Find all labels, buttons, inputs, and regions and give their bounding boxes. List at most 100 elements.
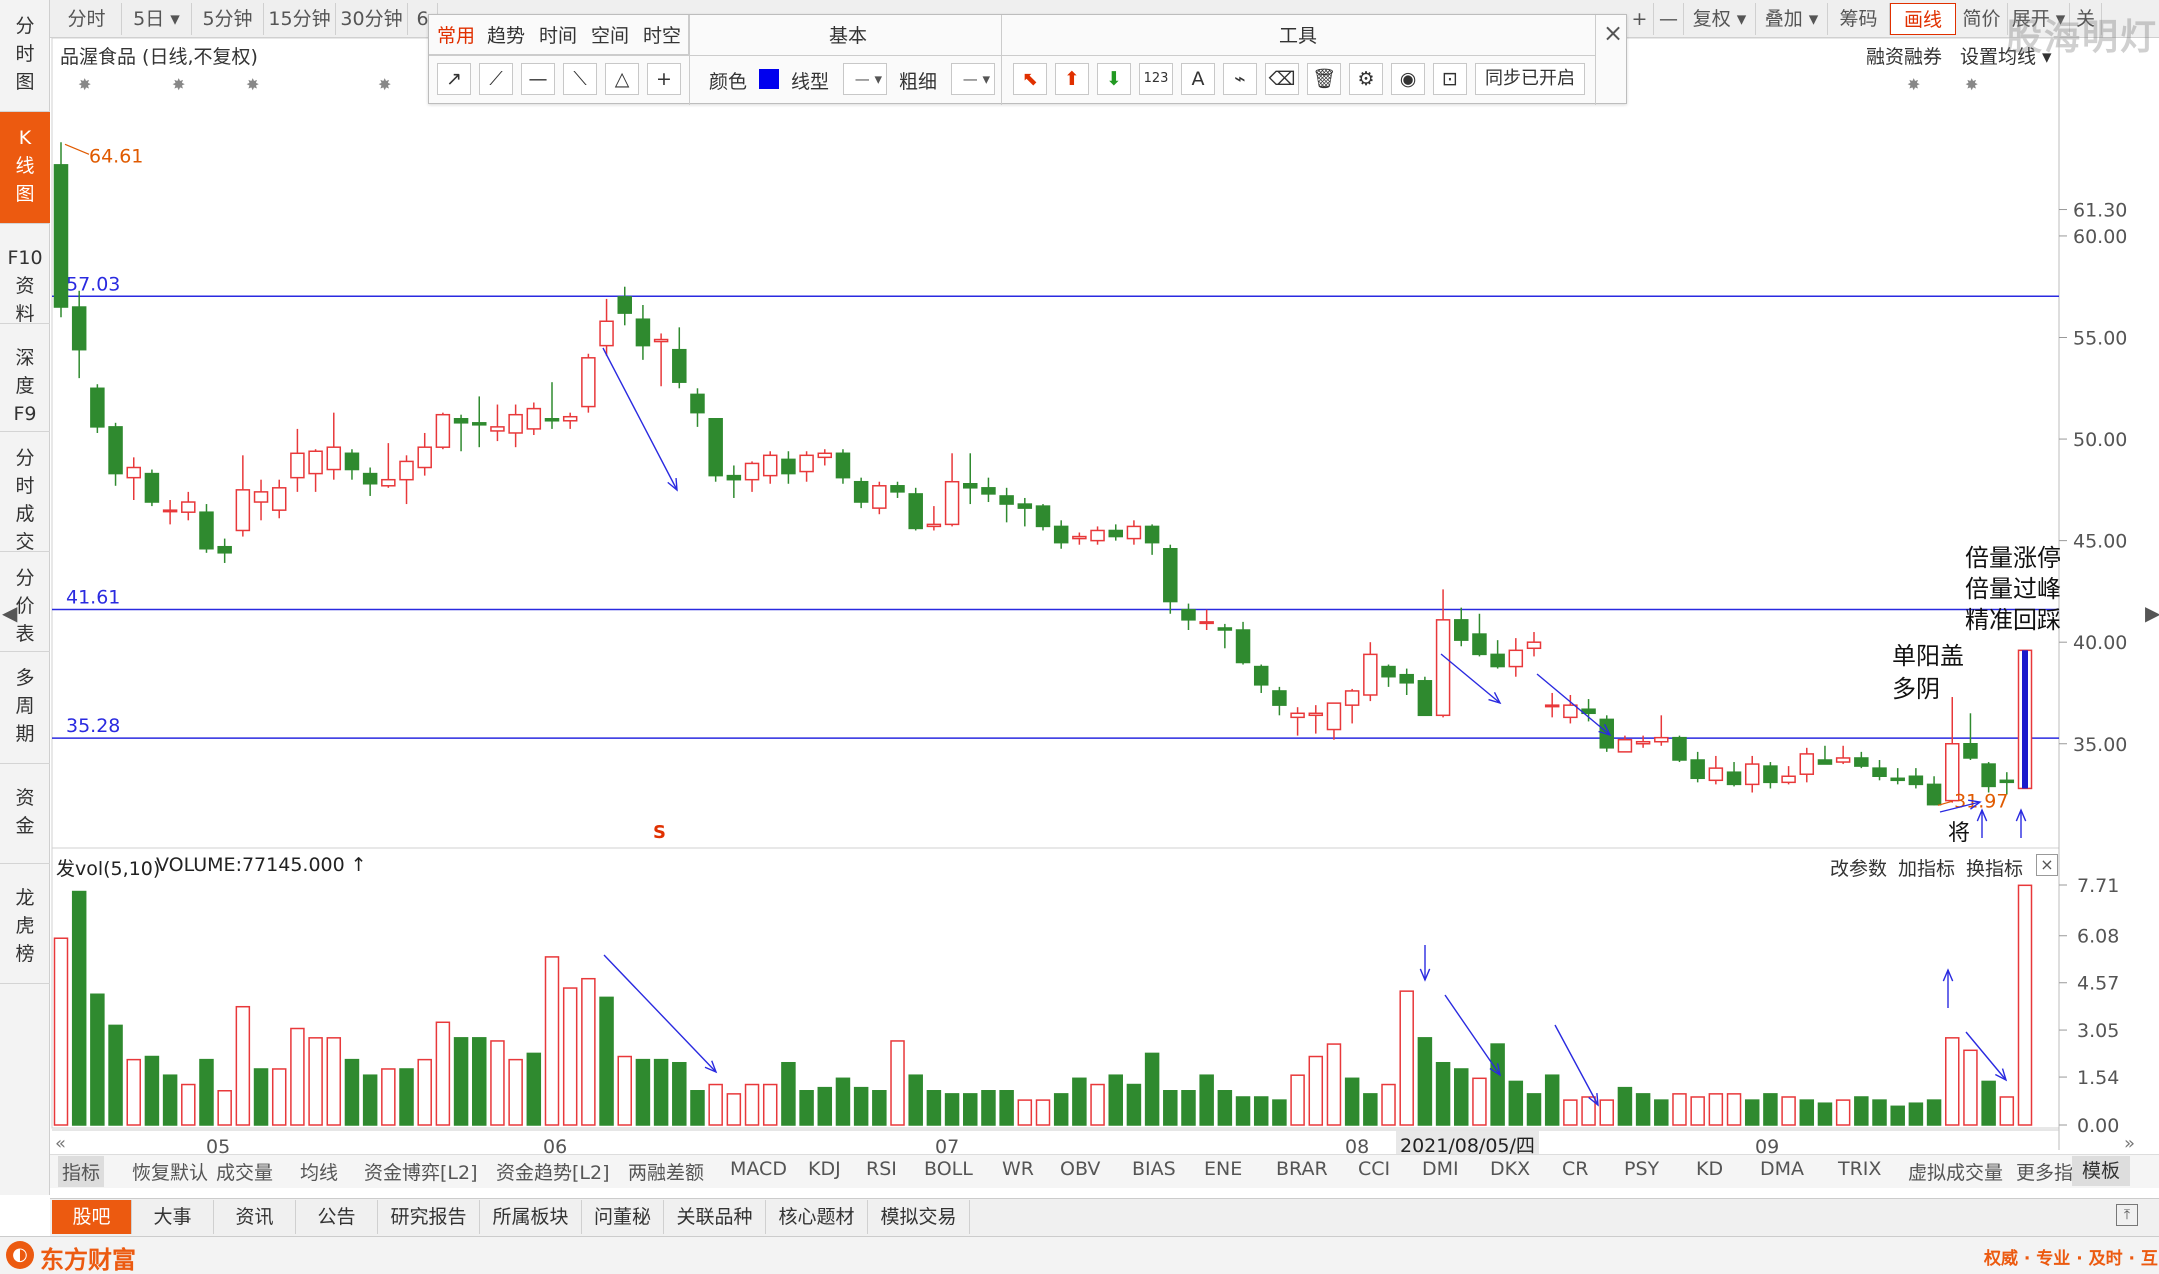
candle-body[interactable] (835, 452, 851, 479)
candle-body[interactable] (1763, 765, 1778, 784)
volume-bar[interactable] (362, 1074, 378, 1126)
candle-body[interactable] (162, 509, 178, 513)
candle-body[interactable] (1708, 767, 1724, 782)
candle-body[interactable] (963, 483, 978, 489)
volume-bar[interactable] (635, 1058, 651, 1126)
bottom-tab-8[interactable]: 核心题材 (766, 1200, 868, 1234)
indicator-tab-18[interactable]: DKX (1490, 1158, 1530, 1180)
volume-bar[interactable] (1308, 1055, 1324, 1126)
candle-body[interactable] (1872, 767, 1887, 777)
close-panel-icon[interactable]: × (2036, 854, 2058, 876)
crosshair-icon[interactable]: + (647, 63, 681, 95)
volume-bar[interactable] (1053, 1093, 1069, 1126)
line-width-select[interactable]: — ▾ (951, 63, 995, 95)
bottom-tab-6[interactable]: 问董秘 (582, 1200, 664, 1234)
candle-body[interactable] (944, 480, 960, 526)
expand-icon[interactable]: ⤒ (2116, 1204, 2138, 1226)
candle-body[interactable] (672, 348, 687, 383)
volume-bar[interactable] (235, 1005, 251, 1126)
volume-bar[interactable] (1544, 1074, 1560, 1126)
triangle-icon[interactable]: △ (605, 63, 639, 95)
volume-bar[interactable] (999, 1090, 1014, 1126)
candle-body[interactable] (472, 422, 487, 426)
add-indicator-link[interactable]: 加指标 (1898, 854, 1955, 881)
eye-icon[interactable]: ◉ (1391, 63, 1425, 95)
indicator-tab-24[interactable]: 虚拟成交量 (1908, 1158, 2003, 1185)
candle-body[interactable] (908, 493, 923, 530)
candle-body[interactable] (362, 472, 378, 485)
sync-button[interactable]: 同步已开启 (1475, 63, 1585, 95)
candle-body[interactable] (435, 413, 451, 448)
template-tab[interactable]: 模板 (2072, 1156, 2130, 1186)
candle-body[interactable] (344, 452, 360, 471)
vol-arrow-1[interactable] (603, 954, 717, 1073)
candle-body[interactable] (508, 413, 523, 434)
candle-body[interactable] (1454, 619, 1469, 641)
candle-body[interactable] (1053, 525, 1069, 544)
text-icon[interactable]: A (1181, 63, 1215, 95)
candle-body[interactable] (71, 306, 87, 351)
event-star-icon[interactable]: ✸ (78, 75, 91, 94)
volume-bar[interactable] (890, 1040, 905, 1126)
candle-body[interactable] (1253, 665, 1269, 686)
volume-bar[interactable] (1963, 1049, 1978, 1126)
candle-body[interactable] (417, 446, 432, 469)
event-star-icon[interactable]: ✸ (246, 75, 259, 94)
volume-bar[interactable] (1654, 1099, 1669, 1126)
cursor-icon[interactable]: ⬉ (1013, 63, 1047, 95)
lock-icon[interactable]: ⊡ (1433, 63, 1467, 95)
volume-bar[interactable] (708, 1083, 723, 1126)
volume-bar[interactable] (908, 1074, 923, 1126)
candle-body[interactable] (1363, 653, 1378, 696)
tab-space[interactable]: 空间 (591, 21, 629, 48)
volume-bar[interactable] (508, 1058, 523, 1126)
volume-bar[interactable] (253, 1068, 269, 1126)
candle-body[interactable] (308, 450, 323, 475)
volume-bar[interactable] (108, 1024, 123, 1126)
candle-body[interactable] (1926, 783, 1942, 806)
candle-body[interactable] (1854, 757, 1869, 767)
candle-body[interactable] (453, 418, 469, 424)
indicator-tab-3[interactable]: 均线 (300, 1158, 338, 1185)
candle-body[interactable] (1435, 619, 1451, 717)
candle-body[interactable] (562, 415, 578, 422)
candle-body[interactable] (53, 164, 69, 308)
candle-body[interactable] (1726, 771, 1742, 786)
volume-bar[interactable] (1035, 1099, 1051, 1126)
volume-bar[interactable] (1417, 1037, 1433, 1126)
volume-bar[interactable] (1763, 1093, 1778, 1126)
candle-body[interactable] (1490, 653, 1505, 668)
volume-bar[interactable] (1253, 1096, 1269, 1126)
volume-bar[interactable] (653, 1058, 669, 1126)
candle-body[interactable] (1090, 529, 1105, 542)
volume-bar[interactable] (1217, 1090, 1233, 1126)
candle-body[interactable] (290, 452, 305, 479)
volume-bar[interactable] (290, 1027, 305, 1126)
tab-time[interactable]: 时间 (539, 21, 577, 48)
candle-body[interactable] (853, 480, 869, 503)
volume-bar[interactable] (1326, 1043, 1342, 1126)
tab-spacetime[interactable]: 时空 (643, 21, 681, 48)
candle-body[interactable] (1563, 704, 1578, 719)
candle-body[interactable] (1199, 621, 1214, 625)
volume-bar[interactable] (672, 1061, 687, 1126)
volume-bar[interactable] (1526, 1093, 1542, 1126)
candle-body[interactable] (617, 296, 632, 314)
vol-arrow-3[interactable] (1554, 1024, 1599, 1106)
event-star-icon[interactable]: ✸ (378, 75, 391, 94)
indicator-tab-19[interactable]: CR (1562, 1158, 1588, 1180)
volume-bar[interactable] (1435, 1061, 1451, 1126)
volume-bar[interactable] (690, 1090, 705, 1126)
segment-line-icon[interactable]: ⟋ (479, 63, 513, 95)
up-arrow-icon[interactable]: ⬆ (1055, 63, 1089, 95)
candle-body[interactable] (1181, 608, 1196, 621)
bottom-tab-7[interactable]: 关联品种 (664, 1200, 766, 1234)
candle-body[interactable] (653, 338, 669, 343)
volume-bar[interactable] (381, 1068, 396, 1126)
ruler-icon[interactable]: ⌁ (1223, 63, 1257, 95)
candle-body[interactable] (1799, 753, 1815, 775)
candle-body[interactable] (1126, 525, 1142, 540)
candle-body[interactable] (1381, 665, 1396, 678)
candle-body[interactable] (271, 487, 287, 511)
panel-collapse-right-icon[interactable]: ▶ (2145, 601, 2159, 625)
